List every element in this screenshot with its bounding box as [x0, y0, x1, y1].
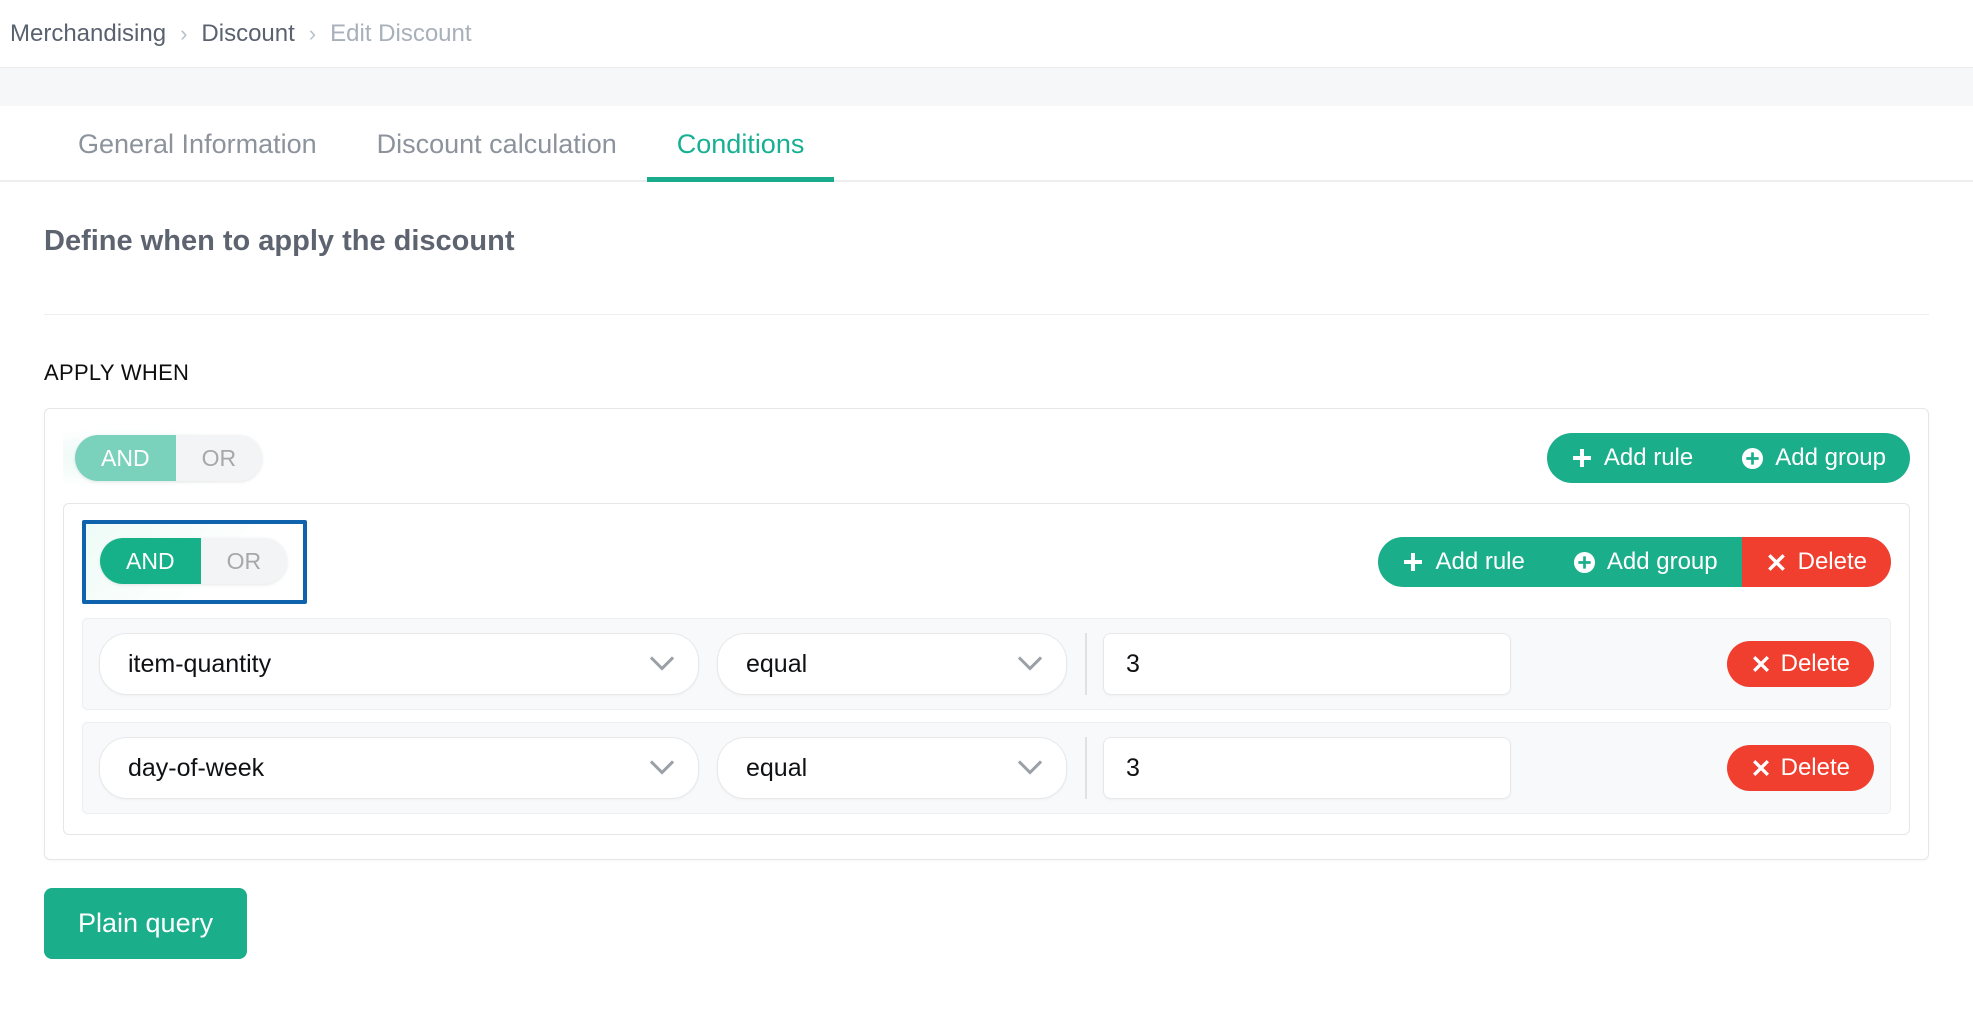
- rule-divider: [1085, 737, 1087, 800]
- times-icon: [1766, 552, 1787, 573]
- sub-group-or-option[interactable]: OR: [201, 538, 288, 584]
- sub-group-and-option[interactable]: AND: [100, 538, 201, 585]
- root-group-and-option[interactable]: AND: [75, 435, 176, 482]
- breadcrumb: Merchandising › Discount › Edit Discount: [0, 0, 1973, 68]
- plus-icon: [1571, 447, 1593, 469]
- rule-actions: Delete: [1701, 641, 1874, 688]
- rule-operator-value: equal: [746, 753, 808, 782]
- root-add-rule-label: Add rule: [1603, 444, 1694, 472]
- sub-group-condition-toggle-wrap: AND OR: [82, 520, 308, 605]
- times-icon: [1751, 758, 1771, 778]
- rule-delete-button[interactable]: Delete: [1726, 641, 1874, 688]
- rule-field-select[interactable]: day-of-week: [99, 737, 699, 800]
- breadcrumb-item-edit-discount: Edit Discount: [330, 19, 472, 47]
- plus-circle-icon: [1573, 551, 1596, 574]
- rule-delete-label: Delete: [1780, 754, 1850, 782]
- sub-delete-group-label: Delete: [1797, 548, 1867, 576]
- root-add-rule-button[interactable]: Add rule: [1546, 433, 1718, 484]
- tab-bar: General Information Discount calculation…: [0, 106, 1973, 182]
- root-group-or-option[interactable]: OR: [176, 435, 263, 481]
- rule-list: item-quantity equal 3 Delete day-of-week…: [82, 618, 1891, 815]
- query-builder-sub-group: AND OR Add rule Add group Delete item-qu…: [63, 503, 1910, 836]
- times-icon: [1751, 654, 1771, 674]
- root-add-group-label: Add group: [1775, 444, 1886, 472]
- plus-circle-icon: [1741, 447, 1764, 470]
- rule-field-value: item-quantity: [128, 649, 272, 678]
- tab-general-information[interactable]: General Information: [48, 129, 347, 180]
- apply-when-label: APPLY WHEN: [44, 360, 190, 385]
- query-builder-root-group: AND OR Add rule Add group AND OR Add rul…: [44, 408, 1929, 861]
- breadcrumb-item-merchandising[interactable]: Merchandising: [10, 20, 166, 48]
- breadcrumb-item-discount[interactable]: Discount: [201, 20, 294, 48]
- rule-value-input[interactable]: [1103, 633, 1511, 696]
- root-group-actions: Add rule Add group: [1546, 433, 1910, 484]
- rule-field-select[interactable]: item-quantity: [99, 633, 699, 696]
- chevron-down-icon: [649, 754, 675, 783]
- page-title: Define when to apply the discount: [44, 182, 1929, 315]
- chevron-down-icon: [1017, 650, 1043, 679]
- rule-delete-label: Delete: [1780, 650, 1850, 678]
- plus-icon: [1402, 551, 1424, 573]
- conditions-panel: Define when to apply the discount APPLY …: [0, 182, 1973, 960]
- chevron-right-icon: ›: [308, 20, 317, 46]
- sub-group-header: AND OR Add rule Add group Delete: [82, 520, 1891, 605]
- chevron-right-icon: ›: [180, 20, 188, 46]
- plain-query-button[interactable]: Plain query: [44, 888, 248, 960]
- sub-group-condition-toggle[interactable]: AND OR: [100, 538, 288, 585]
- root-add-group-button[interactable]: Add group: [1717, 433, 1910, 484]
- root-group-condition-toggle[interactable]: AND OR: [75, 435, 263, 482]
- rule-operator-select[interactable]: equal: [717, 633, 1067, 696]
- sub-add-group-label: Add group: [1606, 548, 1718, 576]
- rule-field-value: day-of-week: [128, 753, 265, 782]
- rule-value-input[interactable]: [1103, 737, 1511, 800]
- rule-delete-button[interactable]: Delete: [1726, 745, 1874, 792]
- root-group-header: AND OR Add rule Add group: [63, 427, 1910, 490]
- sub-add-rule-button[interactable]: Add rule: [1378, 537, 1549, 588]
- sub-delete-group-button[interactable]: Delete: [1741, 537, 1891, 588]
- toolbar-spacer: [0, 68, 1973, 106]
- rule-row: day-of-week equal 3 Delete: [82, 722, 1891, 815]
- sub-add-rule-label: Add rule: [1435, 548, 1525, 576]
- rule-actions: Delete: [1701, 745, 1874, 792]
- sub-add-group-button[interactable]: Add group: [1548, 537, 1742, 588]
- root-group-condition-toggle-wrap: AND OR: [63, 427, 275, 490]
- rule-divider: [1085, 633, 1087, 696]
- chevron-down-icon: [649, 650, 675, 679]
- rule-operator-value: equal: [746, 649, 808, 678]
- tab-conditions[interactable]: Conditions: [646, 129, 835, 182]
- tab-discount-calculation[interactable]: Discount calculation: [347, 129, 647, 180]
- sub-group-actions: Add rule Add group Delete: [1378, 537, 1891, 588]
- rule-row: item-quantity equal 3 Delete: [82, 618, 1891, 711]
- rule-operator-select[interactable]: equal: [717, 737, 1067, 800]
- chevron-down-icon: [1017, 754, 1043, 783]
